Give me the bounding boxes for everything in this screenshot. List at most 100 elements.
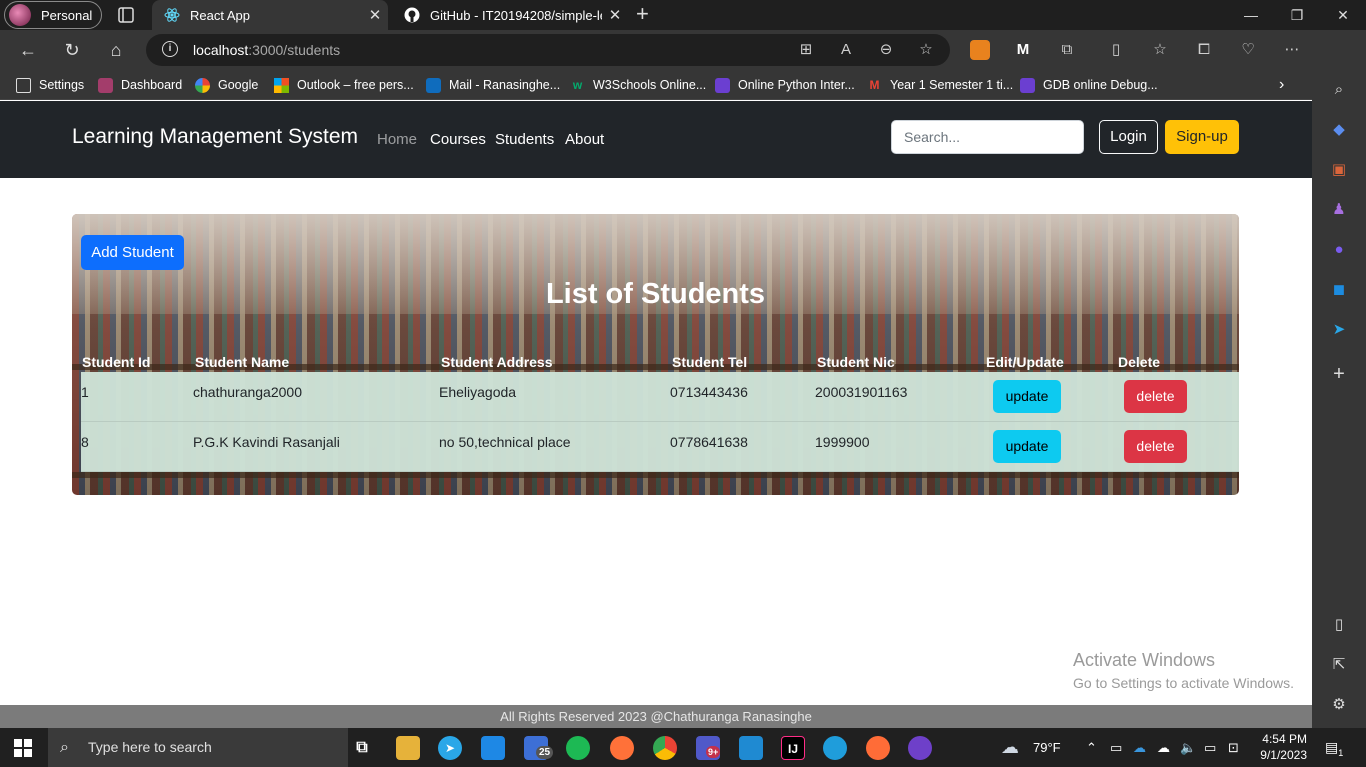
cell-student-nic: 200031901163 [815,384,908,400]
tab-github[interactable]: GitHub - IT20194208/simple-lea ✕ [392,0,628,30]
battery-icon[interactable]: ▭ [1204,728,1216,767]
sidebar-panel-icon[interactable]: ▯ [1329,615,1349,635]
bookmark-google[interactable]: Google [195,76,258,94]
table-row: 1 chathuranga2000 Eheliyagoda 0713443436… [81,372,1239,422]
chevron-up-icon[interactable]: ⌃ [1086,728,1097,767]
gear-icon[interactable]: ⚙ [1329,695,1349,715]
delete-button[interactable]: delete [1124,430,1187,463]
nav-about[interactable]: About [565,131,604,148]
add-icon[interactable]: + [1329,364,1349,384]
chrome-icon[interactable] [653,736,677,760]
store-icon[interactable] [481,736,505,760]
bookmark-year1[interactable]: M Year 1 Semester 1 ti... [867,76,1014,94]
address-bar[interactable]: i localhost:3000/students ⊞ A ⊖ ☆ [146,34,950,66]
close-tab-icon[interactable]: ✕ [602,6,628,24]
extensions-icon[interactable]: ⧉ [1057,40,1077,60]
add-student-button[interactable]: Add Student [81,235,184,270]
bookmark-dashboard[interactable]: Dashboard [98,76,182,94]
cell-student-id: 8 [81,434,89,450]
firefox-icon[interactable] [610,736,634,760]
zoom-icon[interactable]: ⊖ [876,40,896,60]
network-icon[interactable]: ⊡ [1228,728,1239,767]
new-tab-icon[interactable]: + [636,3,649,25]
telegram-icon[interactable]: ➤ [438,736,462,760]
edge-sidebar: ⌕ ◆ ▣ ♟ ● ◼ ➤ + ▯ ⇱ ⚙ [1312,30,1366,728]
mail-icon[interactable]: 25 [524,736,554,760]
meet-now-icon[interactable]: ▭ [1110,728,1122,767]
taskbar-search[interactable]: ⌕ Type here to search [48,728,348,767]
brand-title[interactable]: Learning Management System [72,125,358,149]
collections-icon[interactable]: ⧠ [1194,40,1214,60]
onedrive-icon[interactable]: ☁ [1133,728,1146,767]
telegram-icon[interactable]: ➤ [1329,320,1349,340]
bookmark-gdb[interactable]: GDB online Debug... [1020,76,1158,94]
weather-icon[interactable]: ☁ [1001,728,1019,767]
bookmark-w3schools[interactable]: w W3Schools Online... [570,76,706,94]
bolt-icon [715,77,730,93]
intellij-icon[interactable]: IJ [781,736,805,760]
profile-button[interactable]: Personal [4,1,102,29]
search-icon: ⌕ [60,739,69,756]
cell-student-name: chathuranga2000 [193,384,302,400]
bookmark-settings[interactable]: Settings [16,76,84,94]
page-footer: All Rights Reserved 2023 @Chathuranga Ra… [0,705,1312,728]
notifications-icon[interactable]: ▤1 [1325,728,1343,767]
search-input[interactable] [891,120,1084,154]
vscode-icon[interactable] [739,736,763,760]
edge-icon[interactable] [823,736,847,760]
bookmark-mail[interactable]: Mail - Ranasinghe... [426,76,560,94]
weather-temp[interactable]: 79°F [1033,728,1061,767]
more-options-icon[interactable]: ⋯ [1282,40,1302,60]
windows-taskbar: ⌕ Type here to search ⧉ ➤ 25 9+ IJ ☁ 79°… [0,728,1366,767]
metamask-icon[interactable] [970,40,990,60]
restore-icon[interactable]: ❐ [1274,0,1320,30]
site-info-icon[interactable]: i [162,41,178,57]
read-aloud-icon[interactable]: A [836,40,856,60]
nav-courses[interactable]: Courses [430,131,486,148]
extension-m-icon[interactable]: M [1013,40,1033,60]
github-desktop-icon[interactable] [908,736,932,760]
app-available-icon[interactable]: ⊞ [796,40,816,60]
nav-home[interactable]: Home [377,131,417,148]
onedrive-personal-icon[interactable]: ☁ [1157,728,1170,767]
minimize-icon[interactable]: — [1228,0,1274,30]
update-button[interactable]: update [993,430,1061,463]
cell-student-address: no 50,technical place [439,434,571,450]
games-icon[interactable]: ♟ [1329,200,1349,220]
outlook-icon[interactable]: ◼ [1329,280,1349,300]
search-icon[interactable]: ⌕ [1329,80,1349,100]
bookmark-outlook-free[interactable]: Outlook – free pers... [274,76,414,94]
windows-start-icon[interactable] [14,739,32,757]
postman-icon[interactable] [866,736,890,760]
performance-icon[interactable]: ♡ [1238,40,1258,60]
login-button[interactable]: Login [1099,120,1158,154]
signup-button[interactable]: Sign-up [1165,120,1239,154]
profile-label: Personal [41,7,93,23]
volume-icon[interactable]: 🔈 [1180,728,1196,767]
task-view-icon[interactable]: ⧉ [350,736,374,760]
back-icon[interactable]: ← [16,38,40,62]
chevron-right-icon[interactable]: › [1279,76,1284,94]
delete-button[interactable]: delete [1124,380,1187,413]
teams-icon[interactable]: 9+ [696,736,721,760]
tab-actions-icon[interactable] [116,5,136,25]
nav-students[interactable]: Students [495,131,554,148]
close-window-icon[interactable]: ✕ [1320,0,1366,30]
taskbar-clock[interactable]: 4:54 PM 9/1/2023 [1257,731,1307,763]
spotify-icon[interactable] [566,736,590,760]
close-tab-icon[interactable]: ✕ [362,6,388,24]
split-screen-icon[interactable]: ▯ [1106,40,1126,60]
url-text[interactable]: localhost:3000/students [193,42,340,58]
office-icon[interactable]: ● [1329,240,1349,260]
home-icon[interactable]: ⌂ [104,38,128,62]
refresh-icon[interactable]: ↻ [60,38,84,62]
shopping-icon[interactable]: ◆ [1329,120,1349,140]
open-external-icon[interactable]: ⇱ [1329,655,1349,675]
tab-react-app[interactable]: React App ✕ [152,0,388,30]
favorites-icon[interactable]: ☆ [1150,40,1170,60]
update-button[interactable]: update [993,380,1061,413]
favorite-star-icon[interactable]: ☆ [916,40,936,60]
bookmark-online-python[interactable]: Online Python Inter... [715,76,855,94]
file-explorer-icon[interactable] [396,736,420,760]
tools-icon[interactable]: ▣ [1329,160,1349,180]
